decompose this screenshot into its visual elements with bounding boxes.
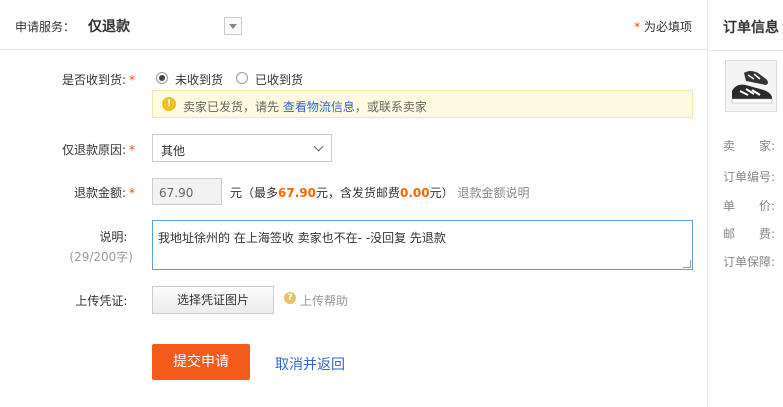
amount-unit3: 元）: [429, 186, 454, 200]
description-label-text: 说明:: [99, 230, 128, 244]
char-counter: (29/200字): [69, 250, 133, 264]
order-seller-label: 卖 家:: [723, 139, 776, 153]
shipping-notice: ! 卖家已发货，请先 查看物流信息，或联系卖家: [152, 90, 693, 118]
order-info-panel: 订单信息 卖 家: 订单编号: 单 价: 邮 费: 订单保障:: [709, 0, 783, 407]
divider: [709, 50, 783, 51]
order-info-title: 订单信息: [723, 20, 779, 36]
required-star: *: [129, 186, 135, 200]
amount-limit-info: 元（最多67.90元，含发货邮费0.00元） 退款金额说明: [230, 184, 529, 201]
help-icon: ?: [284, 292, 296, 304]
radio-received[interactable]: [236, 72, 248, 84]
amount-explain-link[interactable]: 退款金额说明: [457, 186, 529, 200]
radio-not-received-label[interactable]: 未收到货: [175, 71, 223, 88]
required-star: *: [634, 20, 641, 34]
notice-text: 卖家已发货，请先 查看物流信息，或联系卖家: [183, 98, 427, 115]
required-star: *: [129, 73, 135, 87]
product-thumbnail[interactable]: [725, 60, 777, 112]
radio-not-received[interactable]: [156, 72, 168, 84]
reason-select-value: 其他: [161, 144, 186, 158]
chevron-down-icon: [313, 141, 324, 152]
received-label-text: 是否收到货:: [61, 73, 126, 87]
required-note: * 为必填项: [634, 18, 692, 35]
choose-image-button[interactable]: 选择凭证图片: [152, 286, 274, 314]
description-textarea[interactable]: 我地址徐州的 在上海签收 卖家也不在- -没回复 先退款: [152, 220, 693, 270]
reason-select[interactable]: 其他: [152, 134, 332, 162]
refund-amount-input[interactable]: 67.90: [152, 178, 222, 205]
upload-label: 上传凭证:: [0, 292, 135, 309]
cancel-link[interactable]: 取消并返回: [275, 354, 345, 374]
upload-help-link[interactable]: 上传帮助: [300, 292, 348, 309]
bulb-icon: !: [162, 97, 176, 111]
refund-form-panel: 申请服务： 仅退款 * 为必填项 是否收到货: * 未收到货 已收到货 ! 卖家已…: [0, 0, 708, 407]
description-label: 说明:: [0, 228, 135, 245]
refund-amount-value: 67.90: [159, 186, 194, 200]
amount-label: 退款金额: *: [0, 184, 135, 201]
shipping-fee: 0.00: [400, 186, 430, 200]
amount-max: 67.90: [278, 186, 316, 200]
view-logistics-link[interactable]: 查看物流信息: [283, 100, 355, 114]
amount-unit: 元（最多: [230, 186, 279, 200]
service-dropdown-button[interactable]: [224, 17, 242, 35]
received-label: 是否收到货: *: [0, 71, 135, 88]
amount-label-text: 退款金额:: [73, 186, 126, 200]
required-star: *: [129, 143, 135, 157]
notice-text-before: 卖家已发货，请先: [183, 100, 280, 114]
service-label: 申请服务：: [15, 20, 76, 34]
resize-handle[interactable]: [683, 260, 691, 268]
reason-label: 仅退款原因: *: [0, 141, 135, 158]
service-value: 仅退款: [88, 19, 130, 35]
required-note-text: 为必填项: [643, 20, 692, 34]
submit-button[interactable]: 提交申请: [152, 344, 250, 380]
upload-label-text: 上传凭证:: [75, 294, 128, 308]
notice-text-after: ，或联系卖家: [354, 100, 427, 114]
description-text: 我地址徐州的 在上海签收 卖家也不在- -没回复 先退款: [158, 231, 446, 245]
amount-unit2: 元，含发货邮费: [315, 186, 400, 200]
radio-received-label[interactable]: 已收到货: [255, 71, 303, 88]
service-header: 申请服务： 仅退款 * 为必填项: [0, 0, 708, 50]
shoe-image-icon: [726, 61, 776, 111]
reason-label-text: 仅退款原因:: [61, 143, 126, 157]
order-price-label: 单 价:: [723, 199, 776, 213]
order-protection-label: 订单保障:: [723, 255, 776, 269]
order-shipping-label: 邮 费:: [723, 227, 776, 241]
order-number-label: 订单编号:: [723, 170, 776, 184]
caret-down-icon: [229, 24, 237, 29]
